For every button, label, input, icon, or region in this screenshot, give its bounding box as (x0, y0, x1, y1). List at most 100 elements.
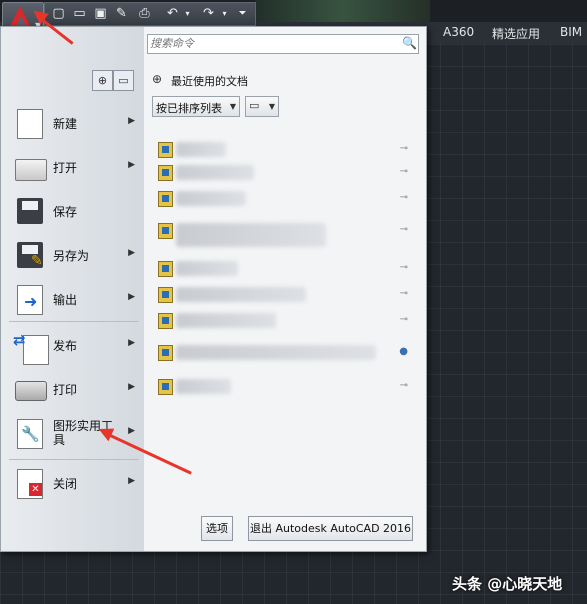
pin-icon[interactable]: ⊸ (400, 314, 408, 325)
publish-icon: ⇄ (13, 329, 49, 365)
menu-item-label: 打开 (53, 161, 78, 175)
redacted-filename (176, 223, 326, 247)
pin-icon[interactable]: ⊸ (400, 224, 408, 235)
tab-featured-apps[interactable]: 精选应用 (492, 25, 540, 42)
menu-item-label: 保存 (53, 205, 78, 219)
submenu-arrow-icon: ▶ (128, 426, 135, 436)
redacted-filename (176, 345, 376, 360)
pin-icon[interactable]: ⊸ (400, 380, 408, 391)
menu-divider (9, 459, 139, 460)
recent-doc-item[interactable]: ● (158, 343, 408, 363)
recent-doc-item[interactable]: ⊸ (158, 140, 408, 160)
chevron-down-icon: ▼ (268, 102, 275, 111)
dwg-file-icon (158, 142, 173, 158)
save-icon[interactable]: ▣ (93, 6, 108, 21)
recent-view-toggle: ⊕ ▭ (92, 70, 134, 91)
save-as-icon: ✎ (13, 239, 45, 271)
menu-item-save[interactable]: 保存 (11, 191, 139, 231)
menu-item-save-as[interactable]: ✎ 另存为 ▶ (11, 235, 139, 275)
redacted-filename (176, 261, 238, 276)
exit-autocad-button[interactable]: 退出 Autodesk AutoCAD 2016 (248, 516, 413, 541)
submenu-arrow-icon: ▶ (128, 338, 135, 348)
dwg-file-icon (158, 165, 173, 181)
menu-item-publish[interactable]: ⇄ 发布 ▶ (11, 325, 139, 365)
menu-item-new[interactable]: 新建 ▶ (11, 103, 139, 143)
save-disk-icon (13, 195, 45, 227)
menu-item-export[interactable]: ➜ 输出 ▶ (11, 279, 139, 319)
close-doc-icon: ✕ (13, 467, 45, 499)
tab-a360[interactable]: A360 (443, 25, 474, 39)
redacted-filename (176, 142, 226, 157)
new-doc-icon (13, 107, 45, 139)
pin-icon[interactable]: ⊸ (400, 166, 408, 177)
chevron-down-icon: ▼ (229, 102, 236, 111)
open-folder-icon[interactable]: ▭ (72, 6, 87, 21)
menu-item-close[interactable]: ✕ 关闭 ▶ (11, 463, 139, 503)
recent-doc-item[interactable]: ⊸ (158, 259, 408, 279)
menu-item-label: 另存为 (53, 249, 90, 263)
pin-icon[interactable]: ⊸ (400, 262, 408, 273)
recent-doc-item[interactable]: ⊸ (158, 285, 408, 305)
search-box: 🔍 (147, 34, 419, 54)
tab-bim[interactable]: BIM (560, 25, 582, 39)
export-icon: ➜ (13, 283, 45, 315)
dwg-file-icon (158, 313, 173, 329)
recent-docs-view-button[interactable]: ⊕ (92, 70, 113, 91)
application-menu: ⊕ ▭ 新建 ▶ 打开 ▶ 保存 ✎ 另存为 ▶ ➜ 输出 ▶ ⇄ 发布 ▶ 打… (0, 26, 427, 552)
menu-item-label: 打印 (53, 383, 78, 397)
menu-commands-column: ⊕ ▭ 新建 ▶ 打开 ▶ 保存 ✎ 另存为 ▶ ➜ 输出 ▶ ⇄ 发布 ▶ 打… (1, 27, 144, 551)
menu-item-label: 输出 (53, 293, 78, 307)
folder-open-icon (13, 151, 47, 183)
save-as-icon[interactable]: ✎ (114, 6, 129, 21)
recent-doc-item[interactable]: ⊸ (158, 189, 408, 209)
menu-item-open[interactable]: 打开 ▶ (11, 147, 139, 187)
redo-icon[interactable]: ↷ (201, 6, 216, 21)
dwg-file-icon (158, 261, 173, 277)
undo-icon[interactable]: ↶ (165, 6, 180, 21)
redacted-filename (176, 191, 246, 206)
menu-item-print[interactable]: 打印 ▶ (11, 369, 139, 409)
view-mode-icon: ▭ (249, 99, 260, 112)
pin-icon[interactable]: ⊸ (400, 288, 408, 299)
undo-dropdown-icon[interactable]: ▾ (180, 6, 195, 21)
watermark: 头条 @心晓天地 (452, 575, 563, 593)
quick-access-toolbar: ▢ ▭ ▣ ✎ ⎙ ↶ ▾ ↷ ▾ ⏷ (44, 2, 256, 26)
sort-dropdown-label: 按已排序列表 (156, 102, 222, 115)
search-icon[interactable]: 🔍 (402, 37, 417, 50)
dwg-file-icon (158, 223, 173, 239)
view-mode-dropdown[interactable]: ▭ ▼ (245, 96, 279, 117)
submenu-arrow-icon: ▶ (128, 292, 135, 302)
pin-icon[interactable]: ⊸ (400, 192, 408, 203)
customize-qat-icon[interactable]: ⏷ (235, 6, 250, 21)
dwg-file-icon (158, 191, 173, 207)
wrench-icon: 🔧 (13, 417, 45, 449)
dwg-file-icon (158, 345, 173, 361)
sort-dropdown[interactable]: 按已排序列表 ▼ (152, 96, 240, 117)
menu-item-label: 新建 (53, 117, 78, 131)
submenu-arrow-icon: ▶ (128, 476, 135, 486)
search-icon[interactable]: ● (399, 346, 408, 357)
recent-doc-item[interactable]: ⊸ (158, 221, 408, 249)
redacted-filename (176, 379, 231, 394)
recent-doc-item[interactable]: ⊸ (158, 377, 408, 397)
options-button[interactable]: 选项 (201, 516, 233, 541)
recent-docs-icon: ⊕ (152, 72, 163, 86)
submenu-arrow-icon: ▶ (128, 160, 135, 170)
pin-icon[interactable]: ⊸ (400, 143, 408, 154)
recent-doc-item[interactable]: ⊸ (158, 163, 408, 183)
redo-dropdown-icon[interactable]: ▾ (217, 6, 232, 21)
search-input[interactable] (150, 36, 395, 51)
menu-divider (9, 321, 139, 322)
new-file-icon[interactable]: ▢ (51, 6, 66, 21)
logo-inner-cut (16, 16, 26, 26)
submenu-arrow-icon: ▶ (128, 382, 135, 392)
submenu-arrow-icon: ▶ (128, 116, 135, 126)
redacted-filename (176, 165, 254, 180)
recent-docs-title: 最近使用的文档 (171, 75, 248, 88)
recent-doc-item[interactable]: ⊸ (158, 311, 408, 331)
open-docs-view-button[interactable]: ▭ (113, 70, 134, 91)
print-icon[interactable]: ⎙ (137, 6, 152, 21)
menu-item-drawing-utilities[interactable]: 🔧 图形实用工具 ▶ (11, 413, 139, 457)
submenu-arrow-icon: ▶ (128, 248, 135, 258)
menu-item-label: 关闭 (53, 477, 78, 491)
